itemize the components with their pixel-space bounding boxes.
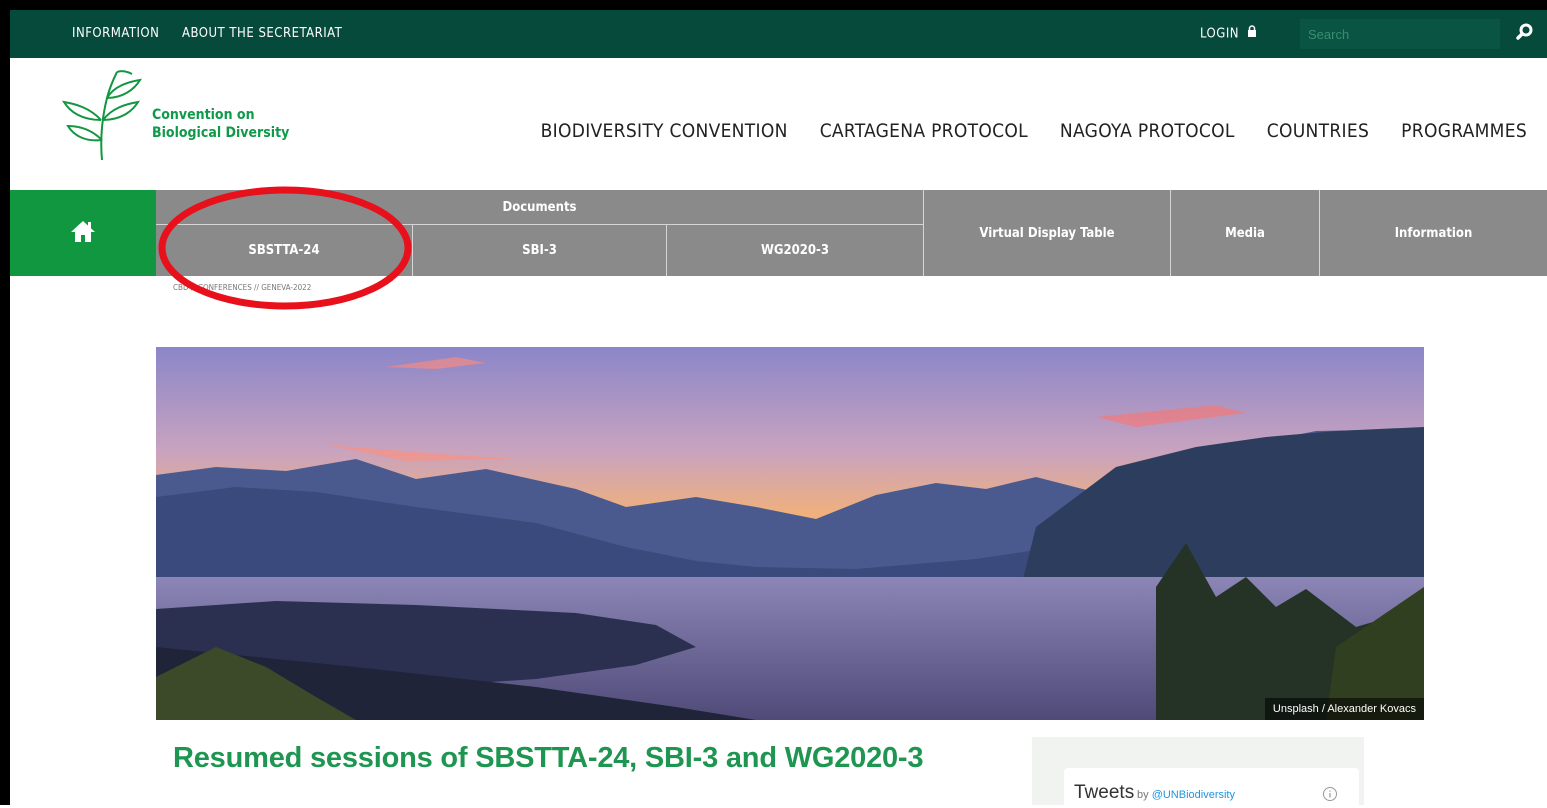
- top-link-about-secretariat[interactable]: ABOUT THE SECRETARIAT: [182, 10, 342, 58]
- login-link[interactable]: LOGIN: [1200, 10, 1257, 58]
- lock-icon: [1247, 10, 1257, 58]
- nav-biodiversity-convention[interactable]: BIODIVERSITY CONVENTION: [541, 120, 788, 150]
- home-button[interactable]: [10, 190, 156, 276]
- nav-programmes[interactable]: PROGRAMMES: [1401, 120, 1527, 150]
- tweets-title: Tweets: [1074, 782, 1135, 803]
- brand-line-1: Convention on: [152, 107, 255, 123]
- search-icon: [1516, 23, 1534, 46]
- info-icon[interactable]: [1322, 786, 1338, 802]
- brand-line-2: Biological Diversity: [152, 125, 290, 141]
- login-label: LOGIN: [1200, 26, 1240, 42]
- highlight-ellipse: [158, 186, 412, 310]
- nav-cartagena-protocol[interactable]: CARTAGENA PROTOCOL: [820, 120, 1028, 150]
- tweets-handle-link[interactable]: @UNBiodiversity: [1152, 789, 1235, 801]
- hero-image: Unsplash / Alexander Kovacs: [156, 347, 1424, 720]
- tweets-by-label: by: [1137, 789, 1149, 801]
- top-link-information[interactable]: INFORMATION: [72, 10, 159, 58]
- brand-name[interactable]: Convention on Biological Diversity: [152, 106, 289, 142]
- page-headline: Resumed sessions of SBSTTA-24, SBI-3 and…: [173, 742, 924, 774]
- nav-countries[interactable]: COUNTRIES: [1267, 120, 1369, 150]
- top-utility-bar: INFORMATION ABOUT THE SECRETARIAT LOGIN: [10, 10, 1547, 58]
- tweets-byline: by @UNBiodiversity: [1137, 789, 1235, 801]
- cbd-logo[interactable]: [62, 68, 142, 162]
- tab-information[interactable]: Information: [1320, 190, 1547, 276]
- tab-virtual-display-table[interactable]: Virtual Display Table: [924, 190, 1170, 276]
- tab-sbi-3[interactable]: SBI-3: [413, 225, 666, 276]
- tab-wg2020-3[interactable]: WG2020-3: [667, 225, 923, 276]
- main-nav: BIODIVERSITY CONVENTION CARTAGENA PROTOC…: [541, 120, 1527, 150]
- photo-credit: Unsplash / Alexander Kovacs: [1264, 698, 1424, 720]
- search-button[interactable]: [1510, 20, 1540, 48]
- tab-media[interactable]: Media: [1171, 190, 1319, 276]
- nav-nagoya-protocol[interactable]: NAGOYA PROTOCOL: [1060, 120, 1235, 150]
- home-icon: [70, 219, 96, 248]
- search-input[interactable]: [1300, 19, 1500, 49]
